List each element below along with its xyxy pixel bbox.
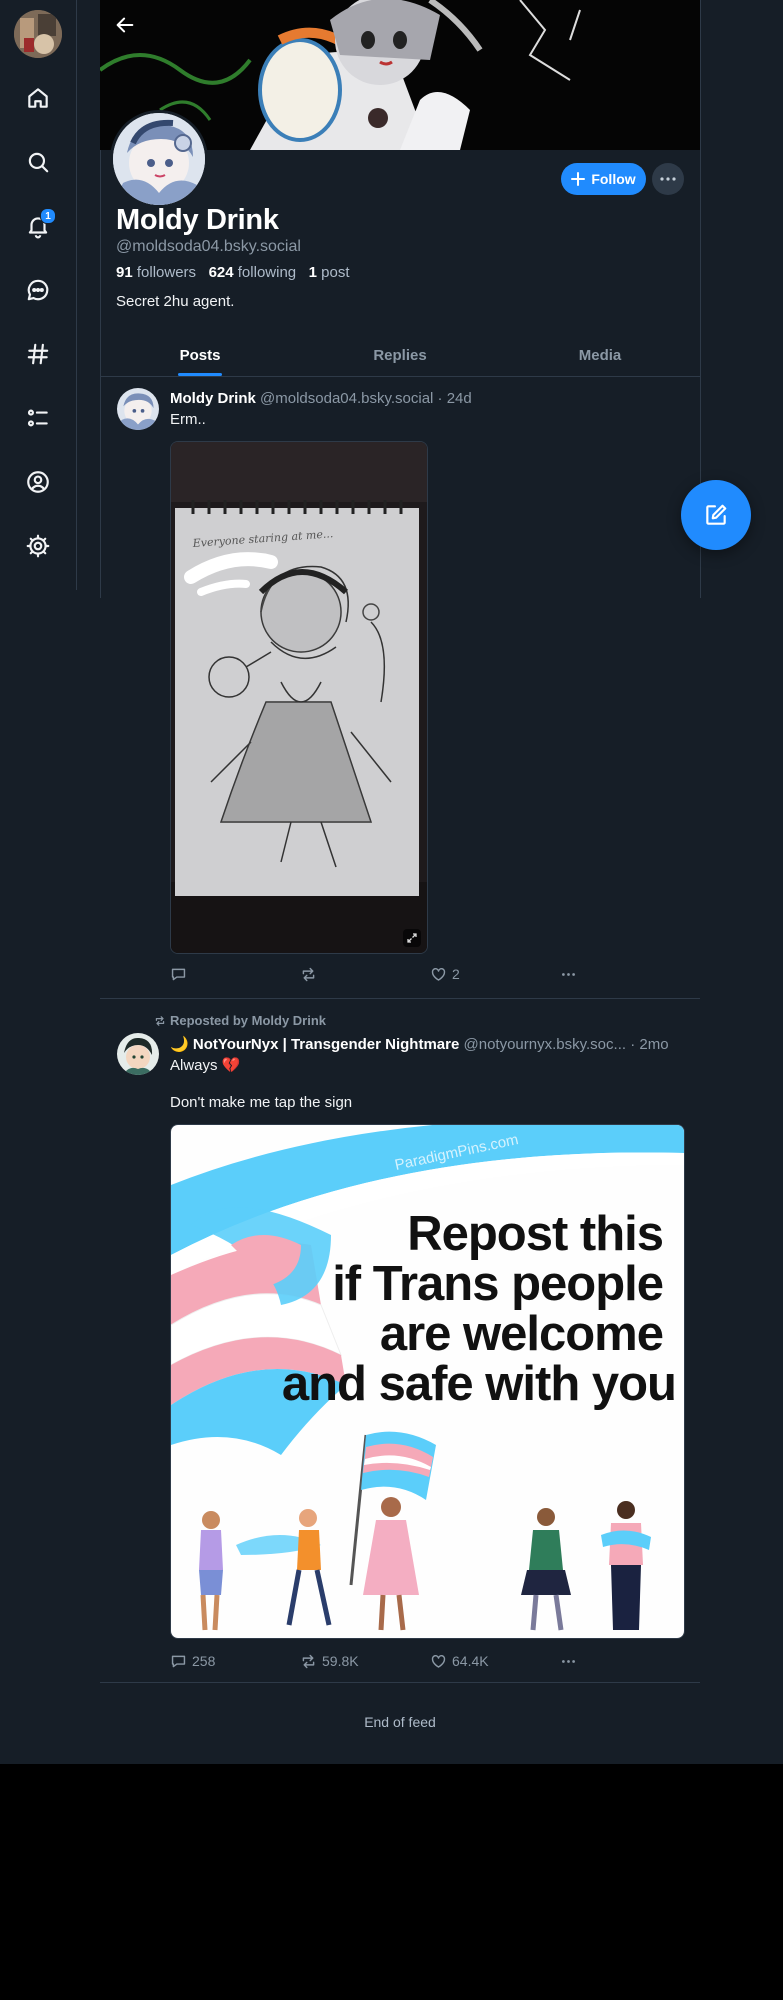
tab-posts[interactable]: Posts: [100, 334, 300, 376]
back-button[interactable]: [108, 8, 142, 42]
post-author-name[interactable]: Moldy Drink: [170, 390, 256, 407]
post-divider: [100, 1682, 700, 1683]
tab-replies[interactable]: Replies: [300, 334, 500, 376]
repost-button[interactable]: [300, 966, 430, 983]
follow-label: Follow: [591, 171, 636, 187]
post-image[interactable]: ParadigmPins.com Repost this if Trans pe…: [170, 1124, 685, 1639]
followers-label: followers: [136, 264, 197, 281]
post-handle-time: @notyournyx.bsky.soc... · 2mo: [463, 1036, 669, 1053]
like-count: 64.4K: [452, 1653, 489, 1669]
ellipsis-icon: [562, 972, 575, 976]
posts-count: 1: [308, 264, 317, 281]
followers-count: 91: [116, 264, 133, 281]
post-actions: 2: [170, 962, 590, 986]
profile-display-name: Moldy Drink: [116, 204, 279, 236]
reply-icon: [171, 968, 186, 980]
lists-button[interactable]: [18, 398, 58, 438]
post-author-avatar[interactable]: [117, 1033, 159, 1075]
profile-handle: @moldsoda04.bsky.social: [116, 238, 301, 255]
hashtag-icon: [27, 343, 49, 365]
expand-image-icon[interactable]: [403, 929, 421, 947]
repost-count: 59.8K: [322, 1653, 359, 1669]
post-author-avatar[interactable]: [117, 388, 159, 430]
following-link[interactable]: 624 following: [209, 264, 297, 281]
profile-bio: Secret 2hu agent.: [116, 293, 235, 310]
like-count: 2: [452, 966, 460, 982]
end-of-feed: End of feed: [364, 1714, 436, 1730]
following-count: 624: [208, 264, 234, 281]
like-button[interactable]: 64.4K: [430, 1653, 560, 1670]
ellipsis-icon: [562, 1659, 575, 1663]
profile-button[interactable]: [18, 462, 58, 502]
settings-button[interactable]: [18, 526, 58, 566]
profile-avatar[interactable]: [110, 110, 208, 208]
repost-small-icon: [155, 1015, 165, 1026]
profile-more-button[interactable]: [652, 163, 684, 195]
profile-tabs: Posts Replies Media: [100, 334, 700, 377]
plus-icon: [571, 172, 586, 186]
feeds-button[interactable]: [18, 334, 58, 374]
list-icon: [27, 409, 48, 427]
post-header: 🌙 NotYourNyx | Transgender Nightmare @no…: [170, 1035, 669, 1053]
repost-label: Reposted by Moldy Drink: [170, 1013, 327, 1028]
profile-column: Follow Moldy Drink @moldsoda04.bsky.soci…: [100, 0, 700, 1730]
profile-stats: 91 followers 624 following 1 post: [116, 264, 350, 281]
current-user-avatar[interactable]: [14, 10, 62, 58]
reply-button[interactable]: [170, 966, 300, 983]
home-button[interactable]: [18, 78, 58, 118]
feed-post-repost[interactable]: Reposted by Moldy Drink 🌙 NotYourNyx | T…: [100, 999, 700, 1682]
post-text-line-1: Always 💔: [170, 1056, 240, 1074]
post-author-name[interactable]: NotYourNyx | Transgender Nightmare: [193, 1036, 459, 1053]
sign-line-1: Repost this: [407, 1207, 663, 1261]
sign-line-2: if Trans people: [332, 1257, 663, 1311]
heart-icon: [431, 1654, 446, 1668]
chat-icon: [27, 279, 49, 301]
author-emoji: 🌙: [170, 1036, 189, 1053]
tab-media[interactable]: Media: [500, 334, 700, 376]
reply-button[interactable]: 258: [170, 1653, 300, 1670]
post-more-button[interactable]: [560, 1653, 577, 1670]
post-header: Moldy Drink @moldsoda04.bsky.social · 24…: [170, 390, 472, 407]
arrow-left-icon: [116, 17, 134, 33]
following-label: following: [237, 264, 297, 281]
post-text-always: Always: [170, 1057, 218, 1074]
reply-icon: [171, 1655, 186, 1667]
sign-line-3: are welcome: [380, 1307, 663, 1361]
follow-button[interactable]: Follow: [561, 163, 646, 195]
like-button[interactable]: 2: [430, 966, 560, 983]
notification-badge: 1: [40, 208, 56, 224]
user-circle-icon: [27, 471, 49, 493]
broken-heart-emoji: 💔: [221, 1057, 241, 1074]
posts-label: post: [321, 264, 350, 281]
post-text-line-2: Don't make me tap the sign: [170, 1094, 353, 1111]
post-more-button[interactable]: [560, 966, 577, 983]
compose-post-button[interactable]: [681, 480, 751, 550]
search-icon: [28, 152, 49, 173]
app-window: 1 Follow Moldy Drink @moldsoda04.bsky.so…: [0, 0, 783, 1764]
home-icon: [28, 88, 48, 108]
followers-link[interactable]: 91 followers: [116, 264, 196, 281]
ellipsis-icon: [660, 177, 676, 181]
gear-icon: [26, 534, 50, 558]
compose-icon: [706, 504, 727, 525]
post-image[interactable]: Everyone staring at me...: [170, 441, 428, 954]
post-handle-time: @moldsoda04.bsky.social · 24d: [260, 390, 472, 407]
reply-count: 258: [192, 1653, 216, 1669]
feed-post[interactable]: Moldy Drink @moldsoda04.bsky.social · 24…: [100, 376, 700, 998]
chat-button[interactable]: [18, 270, 58, 310]
notifications-button[interactable]: 1: [18, 206, 58, 246]
left-nav-rail: 1: [0, 0, 77, 590]
repost-icon: [302, 967, 315, 981]
post-text: Erm..: [170, 411, 206, 428]
post-actions: 258 59.8K 64.4K: [170, 1649, 590, 1673]
repost-icon: [302, 1654, 315, 1668]
repost-indicator[interactable]: Reposted by Moldy Drink: [154, 1013, 326, 1028]
heart-icon: [431, 967, 446, 981]
sign-line-4: and safe with you: [282, 1357, 676, 1411]
search-button[interactable]: [18, 142, 58, 182]
repost-button[interactable]: 59.8K: [300, 1653, 430, 1670]
